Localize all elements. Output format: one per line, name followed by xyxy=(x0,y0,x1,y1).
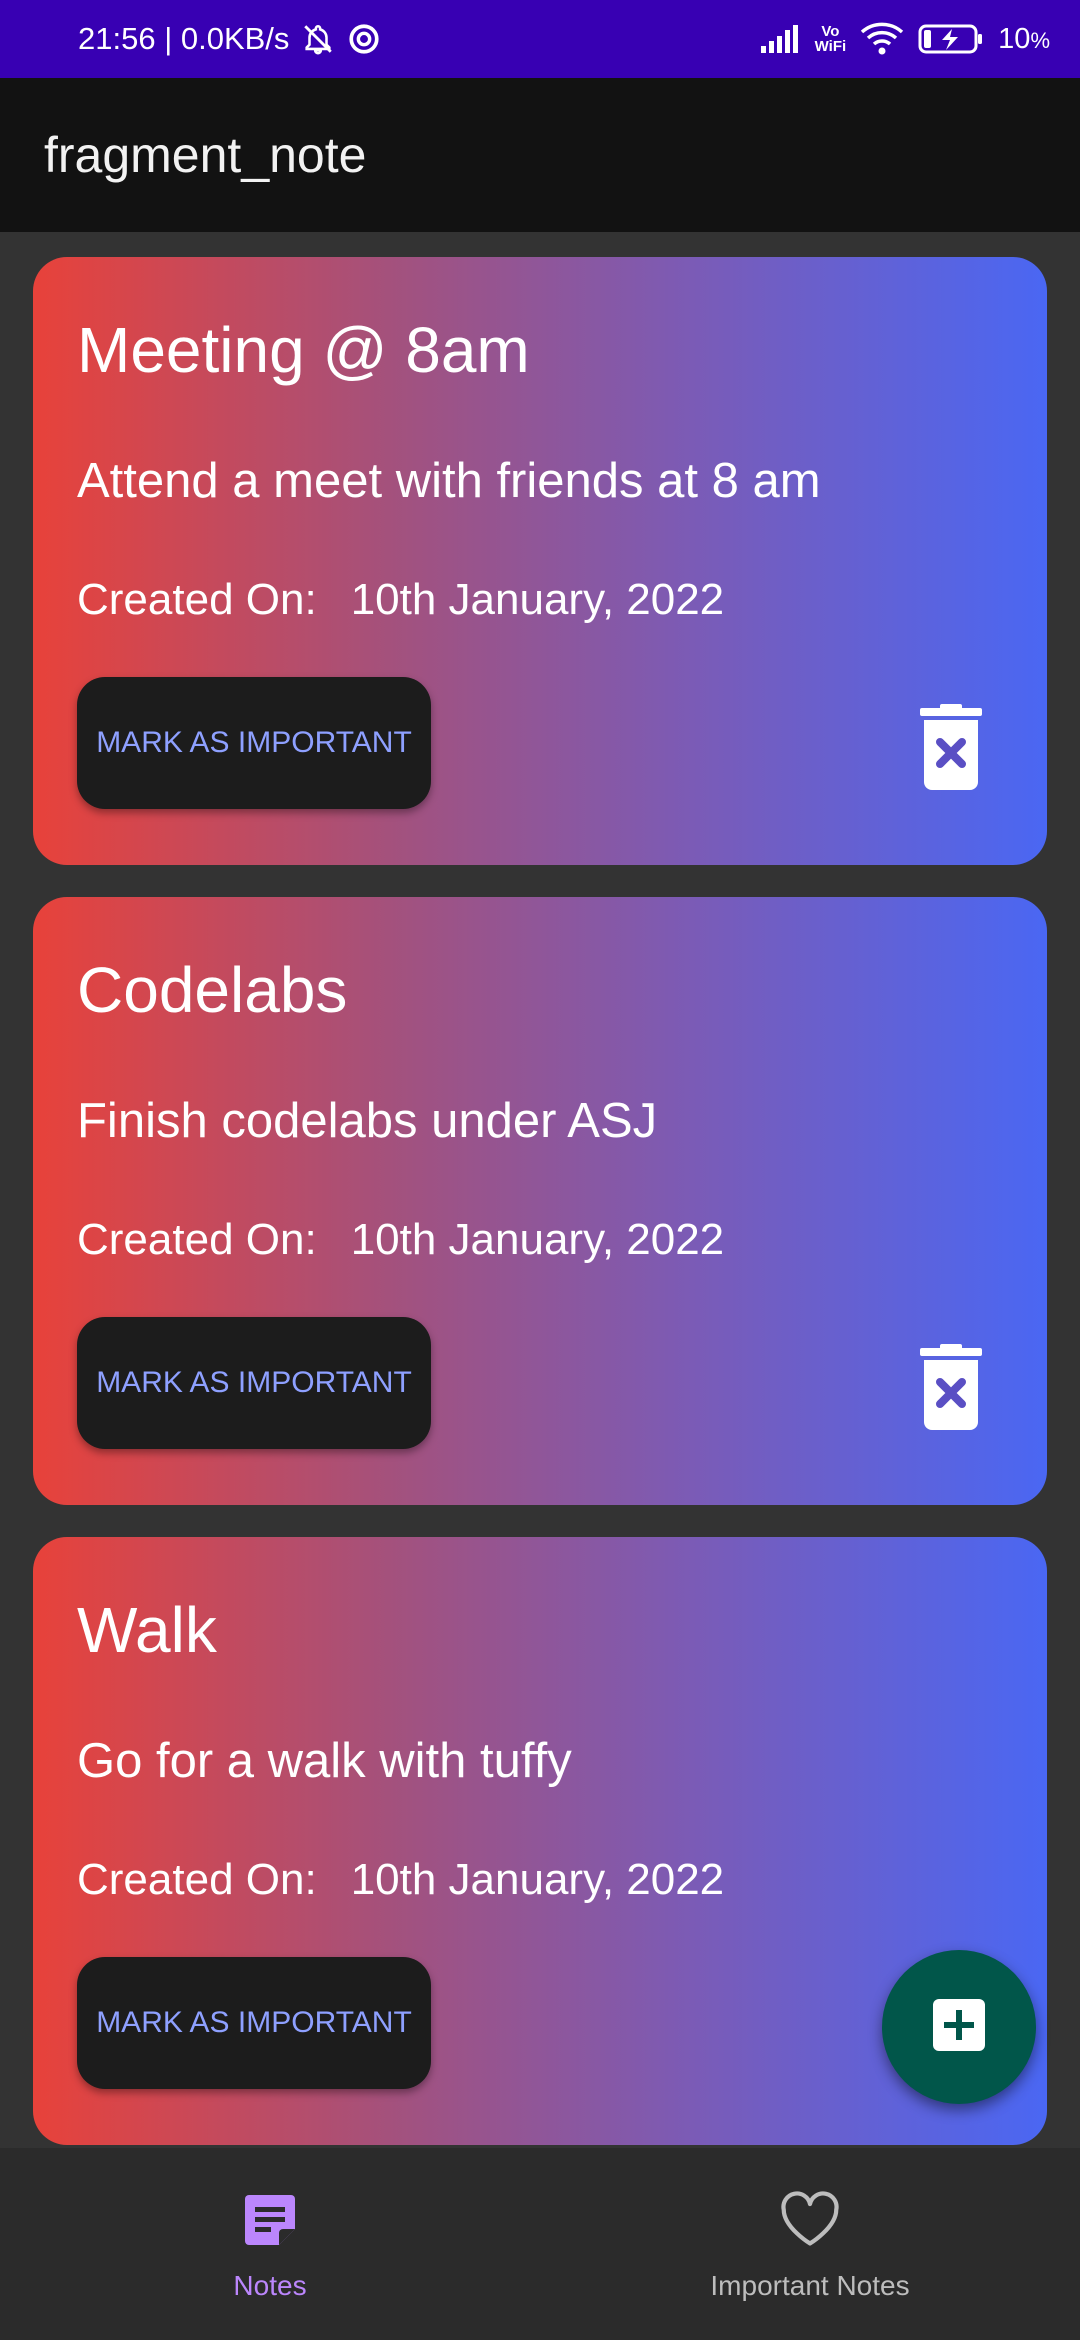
mark-as-important-button[interactable]: MARK AS IMPORTANT xyxy=(77,677,431,809)
heart-icon xyxy=(780,2190,840,2250)
note-title: Walk xyxy=(77,1594,217,1666)
add-icon xyxy=(933,1998,985,2056)
created-date: 10th January, 2022 xyxy=(350,575,725,624)
status-bar: 21:56 | 0.0KB/s Vo WiFi 10% xyxy=(0,0,1080,78)
notes-icon xyxy=(240,2190,300,2250)
note-created-row: Created On: 10th January, 2022 xyxy=(77,1855,724,1905)
battery-value: 10 xyxy=(998,22,1031,55)
wifi-icon xyxy=(860,22,904,56)
delete-icon[interactable] xyxy=(911,697,991,797)
battery-unit: % xyxy=(1030,27,1050,53)
note-card[interactable]: Meeting @ 8am Attend a meet with friends… xyxy=(33,257,1047,865)
data-saver-icon xyxy=(347,22,381,56)
note-created-row: Created On: 10th January, 2022 xyxy=(77,575,724,625)
vowifi-bottom: WiFi xyxy=(814,38,847,55)
bottom-navigation: Notes Important Notes xyxy=(0,2148,1080,2340)
battery-icon xyxy=(918,23,984,55)
created-label: Created On: xyxy=(77,1215,317,1264)
vowifi-indicator: Vo WiFi xyxy=(815,24,847,54)
signal-icon xyxy=(759,24,801,54)
note-title: Meeting @ 8am xyxy=(77,314,530,386)
nav-label-notes: Notes xyxy=(233,2270,307,2301)
created-date: 10th January, 2022 xyxy=(350,1855,725,1904)
page-title: fragment_note xyxy=(44,127,367,183)
screen: 21:56 | 0.0KB/s Vo WiFi 10% fragment_not… xyxy=(0,0,1080,2340)
status-left: 21:56 | 0.0KB/s xyxy=(78,21,381,57)
status-right: Vo WiFi 10% xyxy=(759,22,1050,56)
notes-list[interactable]: Meeting @ 8am Attend a meet with friends… xyxy=(0,232,1080,2148)
created-label: Created On: xyxy=(77,575,317,624)
delete-icon[interactable] xyxy=(911,1337,991,1437)
nav-item-important-notes[interactable]: Important Notes xyxy=(540,2148,1080,2340)
note-title: Codelabs xyxy=(77,954,348,1026)
nav-label-important-notes: Important Notes xyxy=(710,2270,910,2301)
nav-item-notes[interactable]: Notes xyxy=(0,2148,540,2340)
mark-as-important-button[interactable]: MARK AS IMPORTANT xyxy=(77,1957,431,2089)
battery-percentage: 10% xyxy=(998,23,1050,56)
app-bar: fragment_note xyxy=(0,78,1080,232)
mark-as-important-button[interactable]: MARK AS IMPORTANT xyxy=(77,1317,431,1449)
add-note-button[interactable] xyxy=(882,1950,1036,2104)
vowifi-top: Vo xyxy=(821,23,840,40)
note-description: Finish codelabs under ASJ xyxy=(77,1094,658,1148)
status-time: 21:56 | 0.0KB/s xyxy=(78,21,290,56)
created-date: 10th January, 2022 xyxy=(350,1215,725,1264)
created-label: Created On: xyxy=(77,1855,317,1904)
note-description: Attend a meet with friends at 8 am xyxy=(77,454,821,508)
note-created-row: Created On: 10th January, 2022 xyxy=(77,1215,724,1265)
note-description: Go for a walk with tuffy xyxy=(77,1734,572,1788)
mute-notifications-icon xyxy=(301,22,335,56)
note-card[interactable]: Codelabs Finish codelabs under ASJ Creat… xyxy=(33,897,1047,1505)
